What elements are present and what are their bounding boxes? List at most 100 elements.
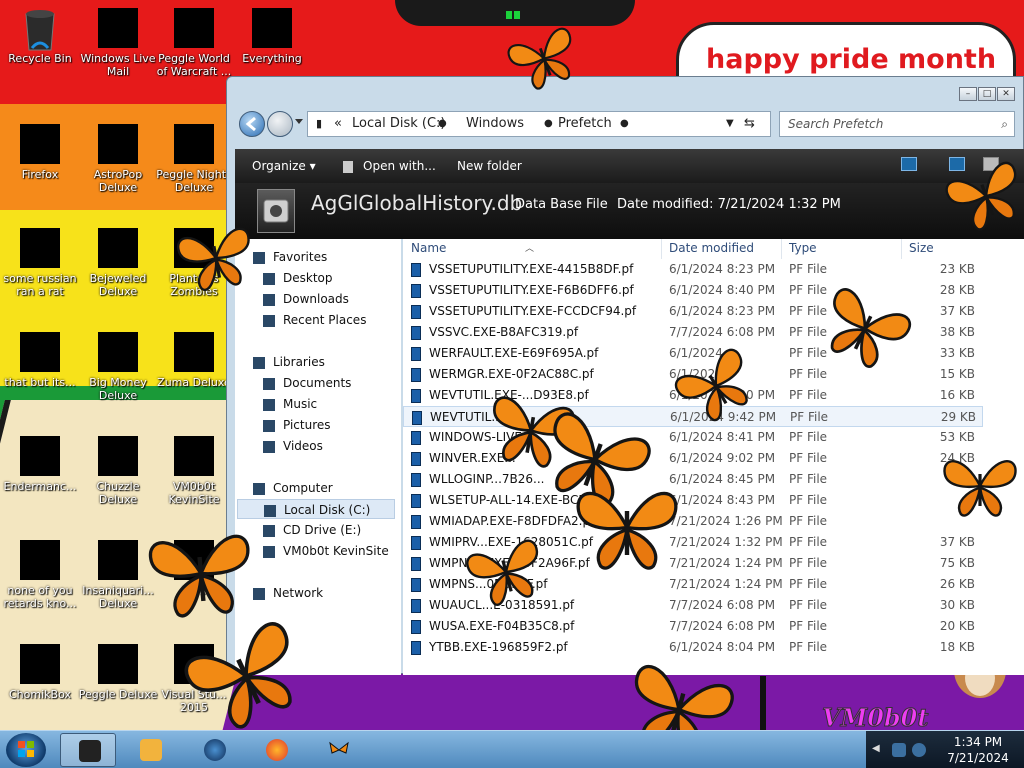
nav-desktop[interactable]: Desktop xyxy=(263,268,421,288)
desktop-icon-astropop[interactable]: AstroPop Deluxe xyxy=(78,124,158,194)
preview-pane-icon[interactable] xyxy=(949,157,965,171)
desktop-icon-ke[interactable]: Ke... xyxy=(154,540,234,597)
desktop-icon-endermanc[interactable]: Endermanc... xyxy=(0,436,80,493)
desktop-icon-vm0b0t-kevinsite[interactable]: VM0b0t KevinSite xyxy=(154,436,234,506)
desktop-icon-visual-studio[interactable]: Visual Stu... 2015 xyxy=(154,644,234,714)
nav-libraries[interactable]: Libraries xyxy=(253,352,411,372)
breadcrumb-prefetch[interactable]: Prefetch xyxy=(558,112,612,136)
column-divider[interactable] xyxy=(661,239,662,259)
file-row[interactable]: VSSETUPUTILITY.EXE-4415B8DF.pf 6/1/2024 8… xyxy=(403,259,983,280)
file-row[interactable]: WUSA.EXE-F04B35C8.pf 7/7/2024 6:08 PM PF F… xyxy=(403,616,983,637)
close-button[interactable]: ✕ xyxy=(997,87,1015,101)
file-row[interactable]: WMIADAP.EXE-F8DFDFA2.pf 7/21/2024 1:26 PM… xyxy=(403,511,983,532)
column-divider[interactable] xyxy=(781,239,782,259)
desktop-icon-zuma[interactable]: Zuma Deluxe xyxy=(154,332,234,389)
desktop-icon-firefox[interactable]: Firefox xyxy=(0,124,80,181)
file-row[interactable]: VSSETUPUTILITY.EXE-F6B6DFF6.pf 6/1/2024 8… xyxy=(403,280,983,301)
nav-recent-places[interactable]: Recent Places xyxy=(263,310,421,330)
column-header-size[interactable]: Size xyxy=(909,241,934,255)
clock[interactable]: 1:34 PM 7/21/2024 xyxy=(936,734,1020,766)
address-bar[interactable]: ▮ « Local Disk (C:) ● Windows ● Prefetch… xyxy=(307,111,771,137)
breadcrumb-separator-icon[interactable]: ● xyxy=(544,112,553,136)
show-hidden-icons-icon[interactable]: ◀ xyxy=(872,743,880,754)
taskbar-butterfly[interactable] xyxy=(310,733,366,767)
volume-tray-icon[interactable] xyxy=(912,743,926,757)
file-row[interactable]: WERMGR.EXE-0F2AC88C.pf 6/1/2024 PF File 15 … xyxy=(403,364,983,385)
file-row[interactable]: WINVER.EXE... 6/1/2024 9:02 PM PF File 24 K… xyxy=(403,448,983,469)
file-row[interactable]: WEVTUTIL.EXE... 6/1/2024 9:42 PM PF File 29… xyxy=(403,406,983,427)
desktop-icon-that-but[interactable]: that but its... xyxy=(0,332,80,389)
file-row[interactable]: WLSETUP-ALL-14.EXE-BCB6... 6/1/2024 8:43 … xyxy=(403,490,983,511)
file-date-modified: 6/1/2024 8:41 PM xyxy=(669,430,776,444)
file-row[interactable]: WINDOWS-LIVE... 6/1/2024 8:41 PM PF File 53… xyxy=(403,427,983,448)
nav-pictures[interactable]: Pictures xyxy=(263,415,421,435)
column-header-name[interactable]: Name xyxy=(411,241,446,255)
nav-local-disk[interactable]: Local Disk (C:) xyxy=(237,499,395,519)
desktop-icon-chuzzle[interactable]: Chuzzle Deluxe xyxy=(78,436,158,506)
nav-documents[interactable]: Documents xyxy=(263,373,421,393)
nav-favorites[interactable]: Favorites xyxy=(253,247,411,267)
file-row[interactable]: WLLOGINP...7B26... 6/1/2024 8:45 PM PF Fil… xyxy=(403,469,983,490)
breadcrumb-local-disk[interactable]: Local Disk (C:) xyxy=(352,112,445,136)
file-row[interactable]: WERFAULT.EXE-E69F695A.pf 6/1/2024 PF File 3… xyxy=(403,343,983,364)
pf-file-icon xyxy=(411,641,421,655)
nav-videos[interactable]: Videos xyxy=(263,436,421,456)
breadcrumb-windows[interactable]: Windows xyxy=(466,112,524,136)
file-row[interactable]: YTBB.EXE-196859F2.pf 6/1/2024 8:04 PM PF F… xyxy=(403,637,983,658)
column-header-type[interactable]: Type xyxy=(789,241,817,255)
breadcrumb-separator-icon[interactable]: ● xyxy=(438,112,447,136)
column-header-date[interactable]: Date modified xyxy=(669,241,754,255)
desktop-icon-peggle-wow[interactable]: Peggle World of Warcraft ... xyxy=(154,8,234,78)
organize-button[interactable]: Organize ▾ xyxy=(252,159,316,173)
nav-vm0b0t-kevinsite[interactable]: VM0b0t KevinSite xyxy=(263,541,421,561)
file-list-scrollbar-area[interactable] xyxy=(983,239,1024,675)
desktop-icon-big-money[interactable]: Big Money Deluxe xyxy=(78,332,158,402)
taskbar-explorer[interactable] xyxy=(60,733,116,767)
desktop-icon-peggle-nights[interactable]: Peggle Nights Deluxe xyxy=(154,124,234,194)
help-icon[interactable] xyxy=(983,157,999,171)
taskbar-media-player[interactable] xyxy=(122,733,178,767)
desktop-icon-plants-vs-zombies[interactable]: Plants vs Zombies xyxy=(154,228,234,298)
file-row[interactable]: WUAUCL...E-0318591.pf 7/7/2024 6:08 PM PF … xyxy=(403,595,983,616)
minimize-button[interactable]: – xyxy=(959,87,977,101)
forward-button[interactable] xyxy=(267,111,293,137)
nav-network[interactable]: Network xyxy=(253,583,411,603)
nav-cd-drive[interactable]: CD Drive (E:) xyxy=(263,520,421,540)
desktop-icon-chomikbox[interactable]: ChomikBox xyxy=(0,644,80,701)
file-row[interactable]: WEVTUTIL.EXE-...D93E8.pf 6/1/2024 8:30 PM… xyxy=(403,385,983,406)
desktop-icon-bejeweled[interactable]: Bejeweled Deluxe xyxy=(78,228,158,298)
breadcrumb-separator-icon[interactable]: ● xyxy=(620,112,629,136)
nav-music[interactable]: Music xyxy=(263,394,421,414)
nav-downloads[interactable]: Downloads xyxy=(263,289,421,309)
recent-pages-dropdown[interactable] xyxy=(295,119,303,124)
refresh-icon[interactable]: ⇆ xyxy=(744,112,755,136)
search-icon[interactable]: ⌕ xyxy=(1001,112,1008,136)
desktop-icon-none-of-you[interactable]: none of you retards kno... xyxy=(0,540,80,610)
new-folder-button[interactable]: New folder xyxy=(457,159,522,173)
start-button[interactable] xyxy=(6,733,46,767)
desktop-icon-everything[interactable]: Everything xyxy=(232,8,312,65)
taskbar-globe[interactable] xyxy=(186,733,242,767)
back-button[interactable] xyxy=(239,111,265,137)
open-with-button[interactable]: Open with... xyxy=(363,159,436,173)
desktop-icon-windows-live-mail[interactable]: Windows Live Mail xyxy=(78,8,158,78)
nav-computer[interactable]: Computer xyxy=(253,478,411,498)
pf-file-icon xyxy=(411,263,421,277)
maximize-button[interactable]: □ xyxy=(978,87,996,101)
desktop-icon-russian-rat[interactable]: some russian ran a rat xyxy=(0,228,80,298)
file-row[interactable]: VSSVC.EXE-B8AFC319.pf 7/7/2024 6:08 PM PF … xyxy=(403,322,983,343)
file-row[interactable]: WMIPRV...EXE-1628051C.pf 7/21/2024 1:32 P… xyxy=(403,532,983,553)
search-box[interactable]: Search Prefetch ⌕ xyxy=(779,111,1015,137)
desktop-icon-peggle-deluxe[interactable]: Peggle Deluxe xyxy=(78,644,158,701)
change-view-icon[interactable] xyxy=(901,157,917,171)
column-divider[interactable] xyxy=(901,239,902,259)
taskbar-firefox[interactable] xyxy=(248,733,304,767)
network-tray-icon[interactable] xyxy=(892,743,906,757)
desktop-icon-recycle-bin[interactable]: Recycle Bin xyxy=(0,8,80,65)
file-row[interactable]: WMPNE...EXE-D0F2A96F.pf 7/21/2024 1:24 PM… xyxy=(403,553,983,574)
address-dropdown-icon[interactable]: ▼ xyxy=(726,112,734,136)
desktop-icon-insaniquarium[interactable]: Insaniquari... Deluxe xyxy=(78,540,158,610)
file-row[interactable]: WMPNS...0D39BF.pf 7/21/2024 1:24 PM PF Fil… xyxy=(403,574,983,595)
address-overflow[interactable]: « xyxy=(334,112,342,136)
file-row[interactable]: VSSETUPUTILITY.EXE-FCCDCF94.pf 6/1/2024 8… xyxy=(403,301,983,322)
